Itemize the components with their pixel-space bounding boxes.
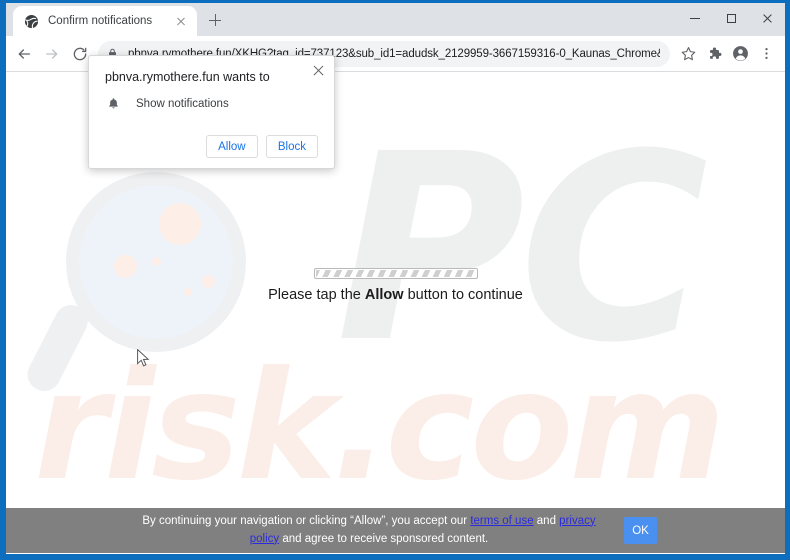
maximize-button[interactable] [713,3,749,34]
consent-text-part2: and [533,514,560,527]
permission-label: Show notifications [136,97,229,110]
dialog-title: pbnva.rymothere.fun wants to [105,70,270,84]
tab-title: Confirm notifications [48,15,153,27]
consent-text-part3: and agree to receive sponsored content. [279,532,489,545]
dialog-close-icon[interactable] [312,64,325,77]
tab-close-icon[interactable] [173,13,189,29]
three-dot-menu-icon[interactable] [753,41,779,67]
close-window-button[interactable] [749,3,785,34]
consent-ok-button[interactable]: OK [624,517,657,544]
forward-button[interactable] [38,40,66,68]
terms-of-use-link[interactable]: terms of use [470,515,533,527]
page-center-content: Please tap the Allow button to continue [6,268,785,303]
window-controls [677,3,785,36]
bell-icon [107,96,123,111]
loading-progress-bar [313,268,478,279]
consent-banner: By continuing your navigation or clickin… [6,508,785,553]
puzzle-piece-icon[interactable] [701,41,727,67]
dialog-actions: Allow Block [105,135,318,158]
allow-prompt-text: Please tap the Allow button to continue [268,287,523,303]
mouse-cursor-icon [137,348,150,368]
minimize-button[interactable] [677,3,713,34]
prompt-prefix: Please tap the [268,287,365,303]
star-icon[interactable] [675,41,701,67]
allow-button[interactable]: Allow [205,135,258,158]
permission-row: Show notifications [105,96,318,111]
browser-window: Confirm notifications pbnva.rymothere.fu… [6,3,785,554]
globe-icon [23,13,39,29]
back-button[interactable] [10,40,38,68]
tab-confirm-notifications[interactable]: Confirm notifications [13,6,197,36]
browser-window-frame: Confirm notifications pbnva.rymothere.fu… [0,0,790,560]
consent-text-part1: By continuing your navigation or clickin… [142,514,471,527]
consent-text: By continuing your navigation or clickin… [134,513,604,549]
prompt-emphasis: Allow [364,287,404,303]
new-tab-button[interactable] [201,6,229,34]
block-button[interactable]: Block [265,135,318,158]
tab-strip: Confirm notifications [6,3,785,36]
watermark-risk-com: risk.com [34,340,726,514]
notification-permission-dialog: pbnva.rymothere.fun wants to Show notifi… [88,55,335,169]
prompt-suffix: button to continue [403,287,523,303]
profile-avatar-icon[interactable] [727,41,753,67]
